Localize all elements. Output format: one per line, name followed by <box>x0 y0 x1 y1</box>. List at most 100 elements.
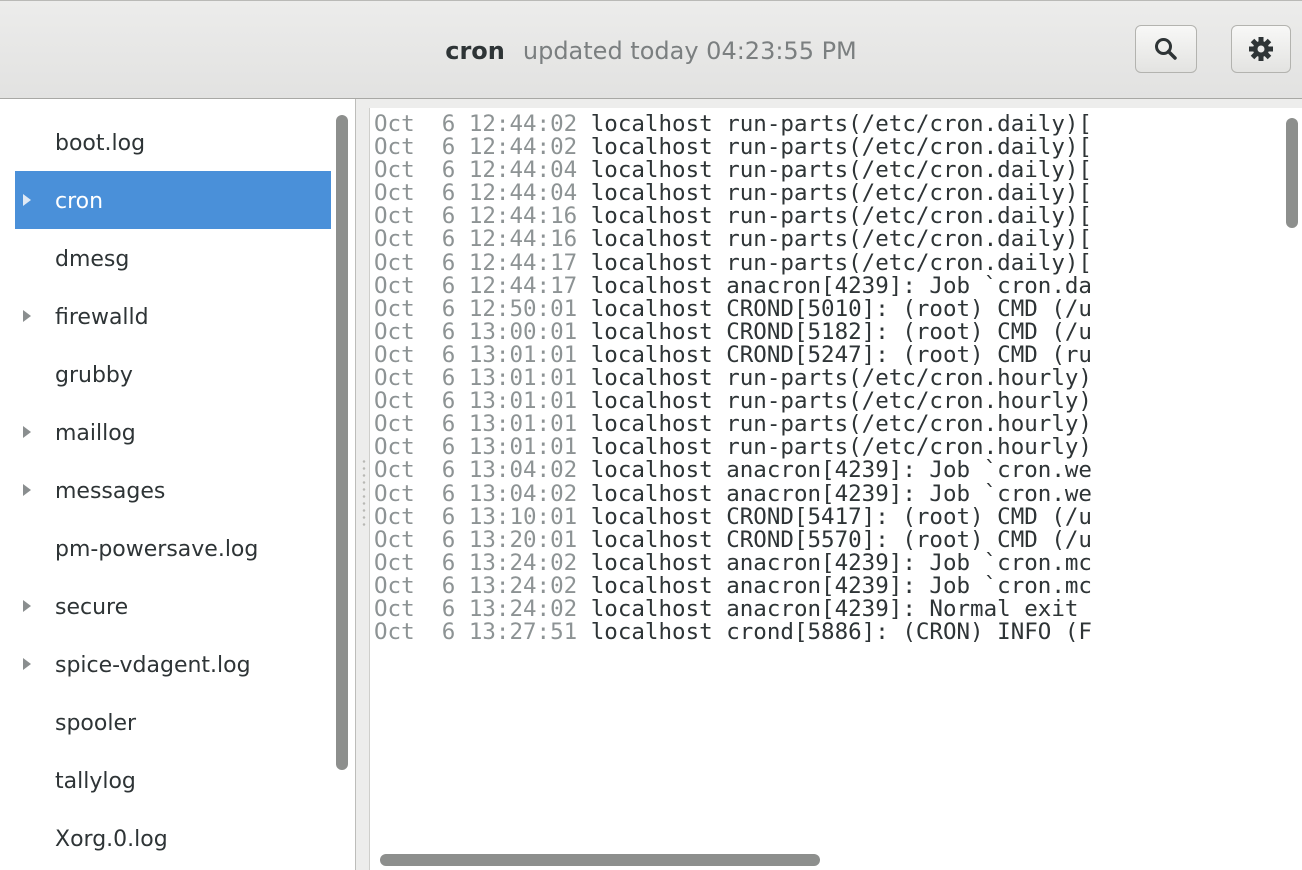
log-line[interactable]: Oct 6 13:24:02 localhost anacron[4239]: … <box>374 575 1294 598</box>
log-message: anacron[4239]: Job `cron.we <box>726 482 1092 506</box>
log-host: localhost <box>590 228 713 252</box>
log-message: anacron[4239]: Job `cron.da <box>726 274 1092 298</box>
log-host: localhost <box>590 459 713 483</box>
log-line[interactable]: Oct 6 12:44:17 localhost anacron[4239]: … <box>374 275 1294 298</box>
sidebar-item-label: spice-vdagent.log <box>55 652 251 678</box>
log-message: CROND[5182]: (root) CMD (/u <box>726 320 1092 344</box>
log-message: run-parts(/etc/cron.daily)[ <box>726 182 1092 206</box>
log-host: localhost <box>590 528 713 552</box>
expander-arrow-icon[interactable] <box>23 658 31 670</box>
log-host: localhost <box>590 413 713 437</box>
log-horizontal-scrollbar[interactable] <box>380 854 820 866</box>
sidebar-item-label: cron <box>55 188 104 214</box>
log-host: localhost <box>590 274 713 298</box>
sidebar-item-label: boot.log <box>55 130 146 156</box>
sidebar-item-secure[interactable]: secure <box>15 577 331 635</box>
log-line[interactable]: Oct 6 13:01:01 localhost run-parts(/etc/… <box>374 413 1294 436</box>
log-timestamp: Oct 6 12:44:16 <box>374 205 578 229</box>
log-line[interactable]: Oct 6 13:24:02 localhost anacron[4239]: … <box>374 598 1294 621</box>
sidebar-item-cron[interactable]: cron <box>15 171 331 229</box>
log-line[interactable]: Oct 6 12:44:04 localhost run-parts(/etc/… <box>374 159 1294 182</box>
log-host: localhost <box>590 621 713 645</box>
log-lines: Oct 6 12:44:02 localhost run-parts(/etc/… <box>374 113 1294 644</box>
log-timestamp: Oct 6 13:01:01 <box>374 436 578 460</box>
log-message: anacron[4239]: Job `cron.mc <box>726 551 1092 575</box>
log-timestamp: Oct 6 12:44:17 <box>374 251 578 275</box>
sidebar-item-label: Xorg.0.log <box>55 826 168 852</box>
log-message: run-parts(/etc/cron.daily)[ <box>726 159 1092 183</box>
sidebar-item-firewalld[interactable]: firewalld <box>15 287 331 345</box>
log-view: Oct 6 12:44:02 localhost run-parts(/etc/… <box>369 108 1302 870</box>
log-message: anacron[4239]: Normal exit <box>726 597 1079 622</box>
sidebar-item-messages[interactable]: messages <box>15 461 331 519</box>
log-host: localhost <box>590 205 713 229</box>
log-timestamp: Oct 6 13:00:01 <box>374 320 578 344</box>
sidebar-item-label: pm-powersave.log <box>55 536 259 562</box>
sidebar-item-dmesg[interactable]: dmesg <box>15 229 331 287</box>
log-line[interactable]: Oct 6 13:01:01 localhost run-parts(/etc/… <box>374 367 1294 390</box>
sidebar-item-grubby[interactable]: grubby <box>15 345 331 403</box>
sidebar-scrollbar-thumb[interactable] <box>336 115 348 770</box>
sidebar-item-boot-log[interactable]: boot.log <box>15 113 331 171</box>
log-host: localhost <box>590 320 713 344</box>
log-line[interactable]: Oct 6 13:01:01 localhost run-parts(/etc/… <box>374 390 1294 413</box>
expander-arrow-icon[interactable] <box>23 426 31 438</box>
log-line[interactable]: Oct 6 12:44:16 localhost run-parts(/etc/… <box>374 205 1294 228</box>
log-line[interactable]: Oct 6 12:44:04 localhost run-parts(/etc/… <box>374 182 1294 205</box>
expander-arrow-icon[interactable] <box>23 484 31 496</box>
log-message: run-parts(/etc/cron.daily)[ <box>726 136 1092 160</box>
log-timestamp: Oct 6 13:01:01 <box>374 413 578 437</box>
sidebar-scrollbar[interactable] <box>336 115 348 855</box>
log-message: run-parts(/etc/cron.daily)[ <box>726 251 1092 275</box>
expander-arrow-icon[interactable] <box>23 600 31 612</box>
sidebar-item-xorg-0-log[interactable]: Xorg.0.log <box>15 809 331 867</box>
log-timestamp: Oct 6 12:44:02 <box>374 113 578 137</box>
search-button[interactable] <box>1135 25 1197 73</box>
log-line[interactable]: Oct 6 13:00:01 localhost CROND[5182]: (r… <box>374 321 1294 344</box>
log-timestamp: Oct 6 13:01:01 <box>374 343 578 368</box>
log-line[interactable]: Oct 6 13:10:01 localhost CROND[5417]: (r… <box>374 506 1294 529</box>
log-line[interactable]: Oct 6 13:04:02 localhost anacron[4239]: … <box>374 483 1294 506</box>
sidebar-item-spooler[interactable]: spooler <box>15 693 331 751</box>
log-line[interactable]: Oct 6 12:44:17 localhost run-parts(/etc/… <box>374 252 1294 275</box>
sidebar-item-label: firewalld <box>55 304 149 330</box>
log-message: CROND[5010]: (root) CMD (/u <box>726 297 1092 321</box>
log-message: run-parts(/etc/cron.hourly) <box>726 390 1092 414</box>
log-host: localhost <box>590 182 713 206</box>
expander-arrow-icon[interactable] <box>23 194 31 206</box>
log-timestamp: Oct 6 13:24:02 <box>374 574 578 598</box>
log-line[interactable]: Oct 6 13:01:01 localhost CROND[5247]: (r… <box>374 344 1294 367</box>
log-line[interactable]: Oct 6 12:44:02 localhost run-parts(/etc/… <box>374 113 1294 136</box>
log-line[interactable]: Oct 6 13:24:02 localhost anacron[4239]: … <box>374 552 1294 575</box>
settings-button[interactable] <box>1231 25 1291 73</box>
expander-arrow-icon[interactable] <box>23 310 31 322</box>
log-line[interactable]: Oct 6 12:44:16 localhost run-parts(/etc/… <box>374 228 1294 251</box>
log-message: run-parts(/etc/cron.daily)[ <box>726 228 1092 252</box>
pane-resize-handle[interactable] <box>362 458 366 528</box>
log-timestamp: Oct 6 12:44:04 <box>374 182 578 206</box>
log-line[interactable]: Oct 6 13:01:01 localhost run-parts(/etc/… <box>374 436 1294 459</box>
log-timestamp: Oct 6 13:04:02 <box>374 459 578 483</box>
sidebar-item-spice-vdagent-log[interactable]: spice-vdagent.log <box>15 635 331 693</box>
log-host: localhost <box>590 482 713 506</box>
sidebar-item-label: maillog <box>55 420 136 446</box>
header-bar: cron updated today 04:23:55 PM <box>0 0 1302 99</box>
log-line[interactable]: Oct 6 12:50:01 localhost CROND[5010]: (r… <box>374 298 1294 321</box>
sidebar-item-tallylog[interactable]: tallylog <box>15 751 331 809</box>
log-line[interactable]: Oct 6 12:44:02 localhost run-parts(/etc/… <box>374 136 1294 159</box>
log-timestamp: Oct 6 13:01:01 <box>374 390 578 414</box>
log-host: localhost <box>590 343 713 368</box>
log-message: anacron[4239]: Job `cron.mc <box>726 574 1092 598</box>
log-vertical-scrollbar[interactable] <box>1286 118 1298 228</box>
log-line[interactable]: Oct 6 13:04:02 localhost anacron[4239]: … <box>374 459 1294 482</box>
sidebar-item-maillog[interactable]: maillog <box>15 403 331 461</box>
log-timestamp: Oct 6 12:44:04 <box>374 159 578 183</box>
log-timestamp: Oct 6 13:24:02 <box>374 551 578 575</box>
sidebar-item-label: dmesg <box>55 246 130 272</box>
log-line[interactable]: Oct 6 13:27:51 localhost crond[5886]: (C… <box>374 621 1294 644</box>
log-line[interactable]: Oct 6 13:20:01 localhost CROND[5570]: (r… <box>374 529 1294 552</box>
log-host: localhost <box>590 436 713 460</box>
sidebar-item-pm-powersave-log[interactable]: pm-powersave.log <box>15 519 331 577</box>
log-timestamp: Oct 6 13:24:02 <box>374 597 578 622</box>
sidebar-item-label: grubby <box>55 362 133 388</box>
